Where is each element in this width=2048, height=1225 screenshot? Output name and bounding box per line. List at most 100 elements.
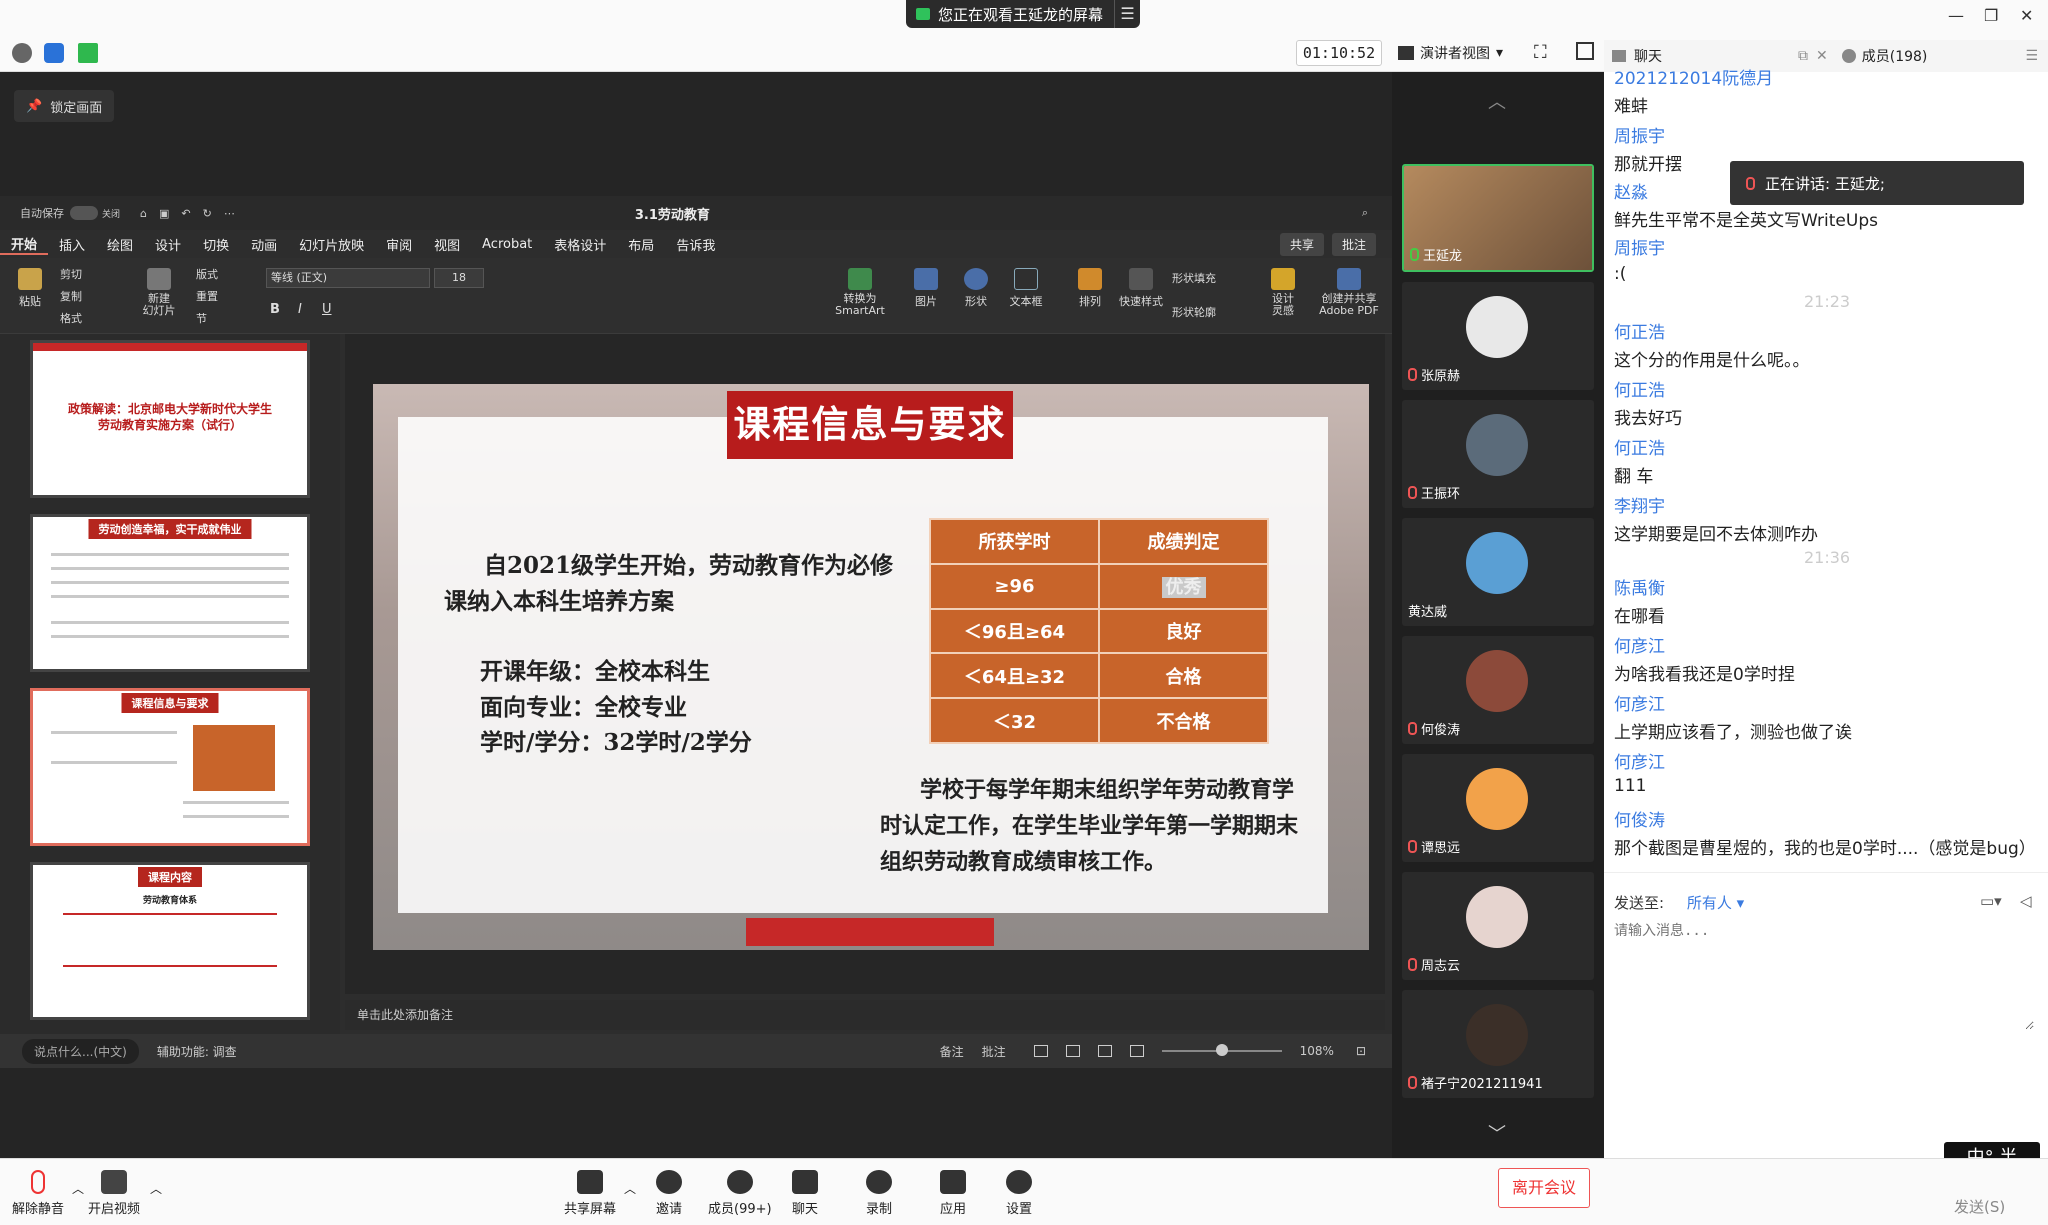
info-icon[interactable]	[12, 43, 32, 63]
new-slide-button[interactable]: 新建 幻灯片	[138, 268, 180, 317]
search-icon[interactable]: ⌕	[1362, 206, 1368, 220]
italic-button[interactable]: I	[298, 302, 302, 317]
paste-button[interactable]: 粘贴	[12, 268, 48, 309]
menu-icon[interactable]: ☰	[1114, 0, 1140, 28]
sorter-view-icon[interactable]	[1065, 1045, 1080, 1057]
participant-tile[interactable]: 周志云	[1402, 872, 1594, 980]
tab-chat[interactable]: 聊天	[1634, 46, 1662, 66]
scroll-down-icon[interactable]: ﹀	[1488, 1120, 1506, 1146]
speaker-icon[interactable]: ◁	[2020, 892, 2032, 910]
menu-transitions[interactable]: 切换	[192, 235, 240, 254]
shape-button[interactable]: 形状	[956, 268, 996, 309]
menu-draw[interactable]: 绘图	[96, 235, 144, 254]
share-screen-button[interactable]: 共享屏幕	[564, 1170, 616, 1217]
scroll-up-icon[interactable]: ︿	[1488, 88, 1506, 114]
arrange-button[interactable]: 排列	[1070, 268, 1110, 309]
menu-tell-me[interactable]: 告诉我	[665, 235, 726, 254]
slide-thumbnail-4[interactable]: 4 课程内容 劳动教育体系	[30, 862, 310, 1020]
menu-view[interactable]: 视图	[423, 235, 471, 254]
folder-icon[interactable]: ▭▾	[1980, 892, 2002, 910]
redo-icon[interactable]: ↻	[203, 207, 212, 220]
signal-icon[interactable]	[78, 43, 98, 63]
more-icon[interactable]: ⋯	[224, 207, 235, 220]
shape-outline-button[interactable]: 形状轮廓	[1172, 304, 1216, 320]
reading-view-icon[interactable]	[1097, 1045, 1112, 1057]
leave-meeting-button[interactable]: 离开会议	[1498, 1168, 1590, 1208]
cut-button[interactable]: 剪切	[60, 266, 82, 282]
comments-toggle[interactable]: 批注	[982, 1043, 1006, 1060]
smartart-button[interactable]: 转换为 SmartArt	[830, 268, 890, 317]
chat-bubble-input[interactable]: 说点什么...(中文)	[22, 1038, 139, 1064]
section-button[interactable]: 节	[196, 310, 207, 326]
menu-layout[interactable]: 布局	[617, 235, 665, 254]
underline-button[interactable]: U	[322, 302, 332, 317]
menu-slideshow[interactable]: 幻灯片放映	[288, 235, 375, 254]
autosave-toggle[interactable]	[70, 206, 98, 220]
participant-tile[interactable]: 王延龙	[1402, 164, 1594, 272]
designer-button[interactable]: 设计 灵感	[1266, 268, 1300, 317]
menu-home[interactable]: 开始	[0, 234, 49, 255]
copy-button[interactable]: 复制	[60, 288, 82, 304]
participant-tile[interactable]: 何俊涛	[1402, 636, 1594, 744]
fit-slide-icon[interactable]: ⊡	[1356, 1044, 1366, 1058]
comment-button[interactable]: 批注	[1331, 232, 1376, 256]
undo-icon[interactable]: ↶	[181, 207, 190, 220]
table-cell-selected[interactable]: 优秀	[1098, 562, 1269, 610]
menu-animations[interactable]: 动画	[240, 235, 288, 254]
participant-tile[interactable]: 王振环	[1402, 400, 1594, 508]
close-icon[interactable]: ✕	[2020, 6, 2033, 25]
menu-acrobat[interactable]: Acrobat	[471, 237, 543, 252]
slide-thumbnail-3[interactable]: 3 课程信息与要求	[30, 688, 310, 846]
settings-button[interactable]: 设置	[1006, 1170, 1032, 1217]
font-family-select[interactable]: 等线 (正文)	[266, 268, 430, 288]
chevron-up-icon[interactable]: ︿	[150, 1180, 162, 1197]
quick-style-button[interactable]: 快速样式	[1116, 268, 1166, 309]
chat-button[interactable]: 聊天	[792, 1170, 818, 1217]
font-size-select[interactable]: 18	[434, 268, 484, 288]
grade-table[interactable]: 所获学时 成绩判定 ≥96 优秀 ＜96且≥64 良好 ＜64且≥32 合格 ＜…	[929, 518, 1269, 744]
bold-button[interactable]: B	[270, 302, 280, 317]
lock-screen-button[interactable]: 📌 锁定画面	[14, 90, 114, 122]
slide-thumbnail-1[interactable]: 1 政策解读：北京邮电大学新时代大学生劳动教育实施方案（试行）	[30, 340, 310, 498]
chevron-up-icon[interactable]: ︿	[72, 1180, 84, 1197]
view-mode-dropdown[interactable]: 演讲者视图 ▾	[1392, 40, 1516, 66]
minimize-icon[interactable]: —	[1948, 6, 1964, 25]
restore-icon[interactable]: ❐	[1984, 6, 1998, 25]
send-to-dropdown[interactable]: 所有人	[1687, 894, 1732, 912]
textbox-button[interactable]: 文本框	[1004, 268, 1048, 309]
adobe-pdf-button[interactable]: 创建并共享 Adobe PDF	[1316, 268, 1382, 317]
layout-button[interactable]: 版式	[196, 266, 218, 282]
shape-fill-button[interactable]: 形状填充	[1172, 270, 1216, 286]
members-button[interactable]: 成员(99+)	[708, 1170, 772, 1217]
participant-tile[interactable]: 黄达威	[1402, 518, 1594, 626]
participant-tile[interactable]: 张原赫	[1402, 282, 1594, 390]
zoom-slider[interactable]	[1161, 1044, 1282, 1056]
close-chat-icon[interactable]: ✕	[1816, 48, 1828, 64]
invite-button[interactable]: 邀请	[656, 1170, 682, 1217]
home-icon[interactable]: ⌂	[140, 207, 147, 220]
apps-button[interactable]: 应用	[940, 1170, 966, 1217]
normal-view-icon[interactable]	[1033, 1045, 1048, 1057]
menu-design[interactable]: 设计	[144, 235, 192, 254]
accessibility-status[interactable]: 辅助功能: 调查	[157, 1043, 237, 1060]
chat-input[interactable]	[1614, 920, 2034, 1030]
participant-tile[interactable]: 褚子宁2021211941	[1402, 990, 1594, 1098]
share-button[interactable]: 共享	[1279, 232, 1324, 256]
menu-insert[interactable]: 插入	[48, 235, 96, 254]
fullscreen-icon[interactable]: ⛶	[1534, 42, 1547, 63]
menu-review[interactable]: 审阅	[375, 235, 423, 254]
slideshow-icon[interactable]	[1129, 1045, 1144, 1057]
popout-icon[interactable]: ⧉	[1798, 48, 1808, 64]
start-video-button[interactable]: 开启视频	[88, 1170, 140, 1217]
unmute-button[interactable]: 解除静音	[12, 1170, 64, 1217]
slide-thumbnail-2[interactable]: 2 劳动创造幸福，实干成就伟业	[30, 514, 310, 672]
hamburger-icon[interactable]: ☰	[2025, 48, 2038, 64]
notes-toggle[interactable]: 备注	[940, 1043, 964, 1060]
picture-button[interactable]: 图片	[906, 268, 946, 309]
menu-table-design[interactable]: 表格设计	[543, 235, 617, 254]
notes-area[interactable]: 单击此处添加备注	[345, 1000, 1385, 1030]
participant-tile[interactable]: 谭思远	[1402, 754, 1594, 862]
reset-button[interactable]: 重置	[196, 288, 218, 304]
save-icon[interactable]: ▣	[159, 207, 169, 220]
shield-icon[interactable]	[44, 43, 64, 63]
